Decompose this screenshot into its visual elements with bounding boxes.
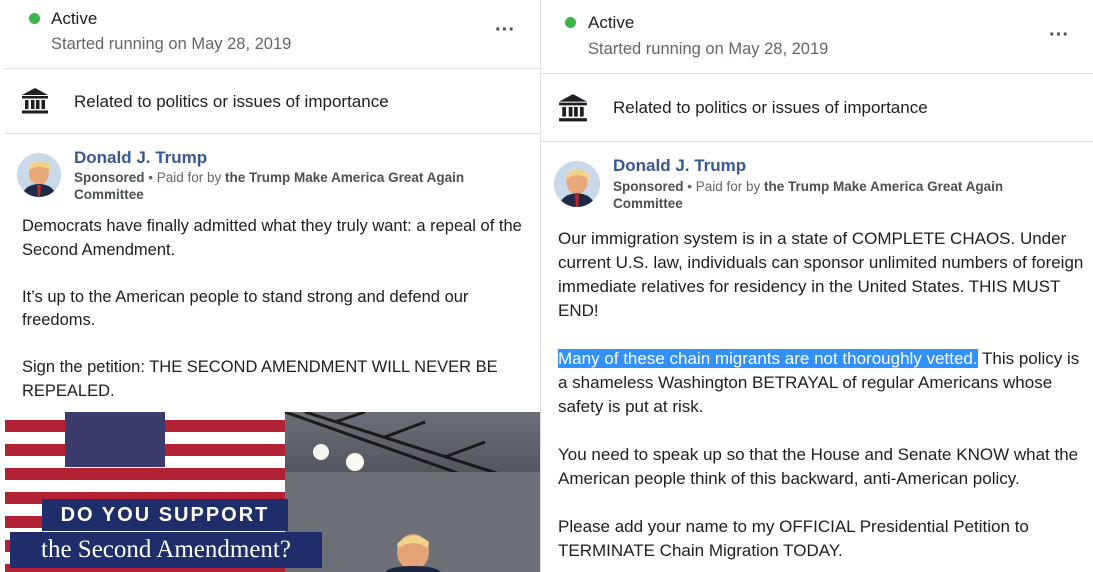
advertiser-name-link[interactable]: Donald J. Trump (74, 148, 207, 168)
divider (5, 68, 540, 69)
sponsored-label: Sponsored (613, 179, 684, 194)
ad-paragraph: Democrats have finally admitted what the… (22, 217, 522, 259)
status-label: Active (51, 9, 98, 28)
ad-image-headline: DO YOU SUPPORT (42, 499, 288, 531)
active-status-dot-icon (29, 13, 40, 24)
ad-image-subheadline: the Second Amendment? (10, 532, 322, 568)
advertiser-name-link[interactable]: Donald J. Trump (613, 156, 746, 176)
active-status-dot-icon (565, 17, 576, 28)
ad-paragraph: Please add your name to my OFFICIAL Pres… (558, 517, 1029, 560)
government-building-icon (22, 88, 48, 114)
divider (541, 73, 1093, 74)
sponsored-line: Sponsored • Paid for by the Trump Make A… (613, 178, 1063, 212)
ad-body-text: Our immigration system is in a state of … (558, 227, 1093, 563)
more-options-icon[interactable]: ··· (1049, 25, 1069, 45)
ad-body-text: Democrats have finally admitted what the… (22, 215, 532, 427)
ad-image[interactable]: DO YOU SUPPORT the Second Amendment? (5, 412, 540, 572)
ad-paragraph: Many of these chain migrants are not tho… (558, 347, 1093, 419)
start-date: Started running on May 28, 2019 (588, 40, 829, 58)
divider (541, 141, 1093, 142)
paid-for-prefix: • Paid for by (683, 179, 765, 194)
category-label: Related to politics or issues of importa… (613, 98, 928, 117)
sponsored-label: Sponsored (74, 170, 145, 185)
sponsored-line: Sponsored • Paid for by the Trump Make A… (74, 169, 514, 203)
ad-paragraph: Our immigration system is in a state of … (558, 229, 1084, 320)
more-options-icon[interactable]: ··· (495, 20, 515, 40)
ad-paragraph: It’s up to the American people to stand … (22, 287, 469, 330)
status-label: Active (588, 13, 635, 32)
advertiser-avatar[interactable] (554, 161, 600, 207)
advertiser-avatar[interactable] (17, 153, 61, 197)
government-building-icon (559, 94, 587, 122)
highlighted-text: Many of these chain migrants are not tho… (558, 349, 978, 368)
ad-paragraph: You need to speak up so that the House a… (558, 445, 1079, 488)
ad-paragraph: Sign the petition: THE SECOND AMENDMENT … (22, 358, 498, 400)
ad-card-left: Active Started running on May 28, 2019 ·… (0, 0, 540, 572)
paid-for-prefix: • Paid for by (144, 170, 226, 185)
ad-card-right: Active Started running on May 28, 2019 ·… (540, 0, 1093, 572)
category-label: Related to politics or issues of importa… (74, 92, 389, 111)
start-date: Started running on May 28, 2019 (51, 35, 292, 53)
divider (5, 133, 540, 134)
